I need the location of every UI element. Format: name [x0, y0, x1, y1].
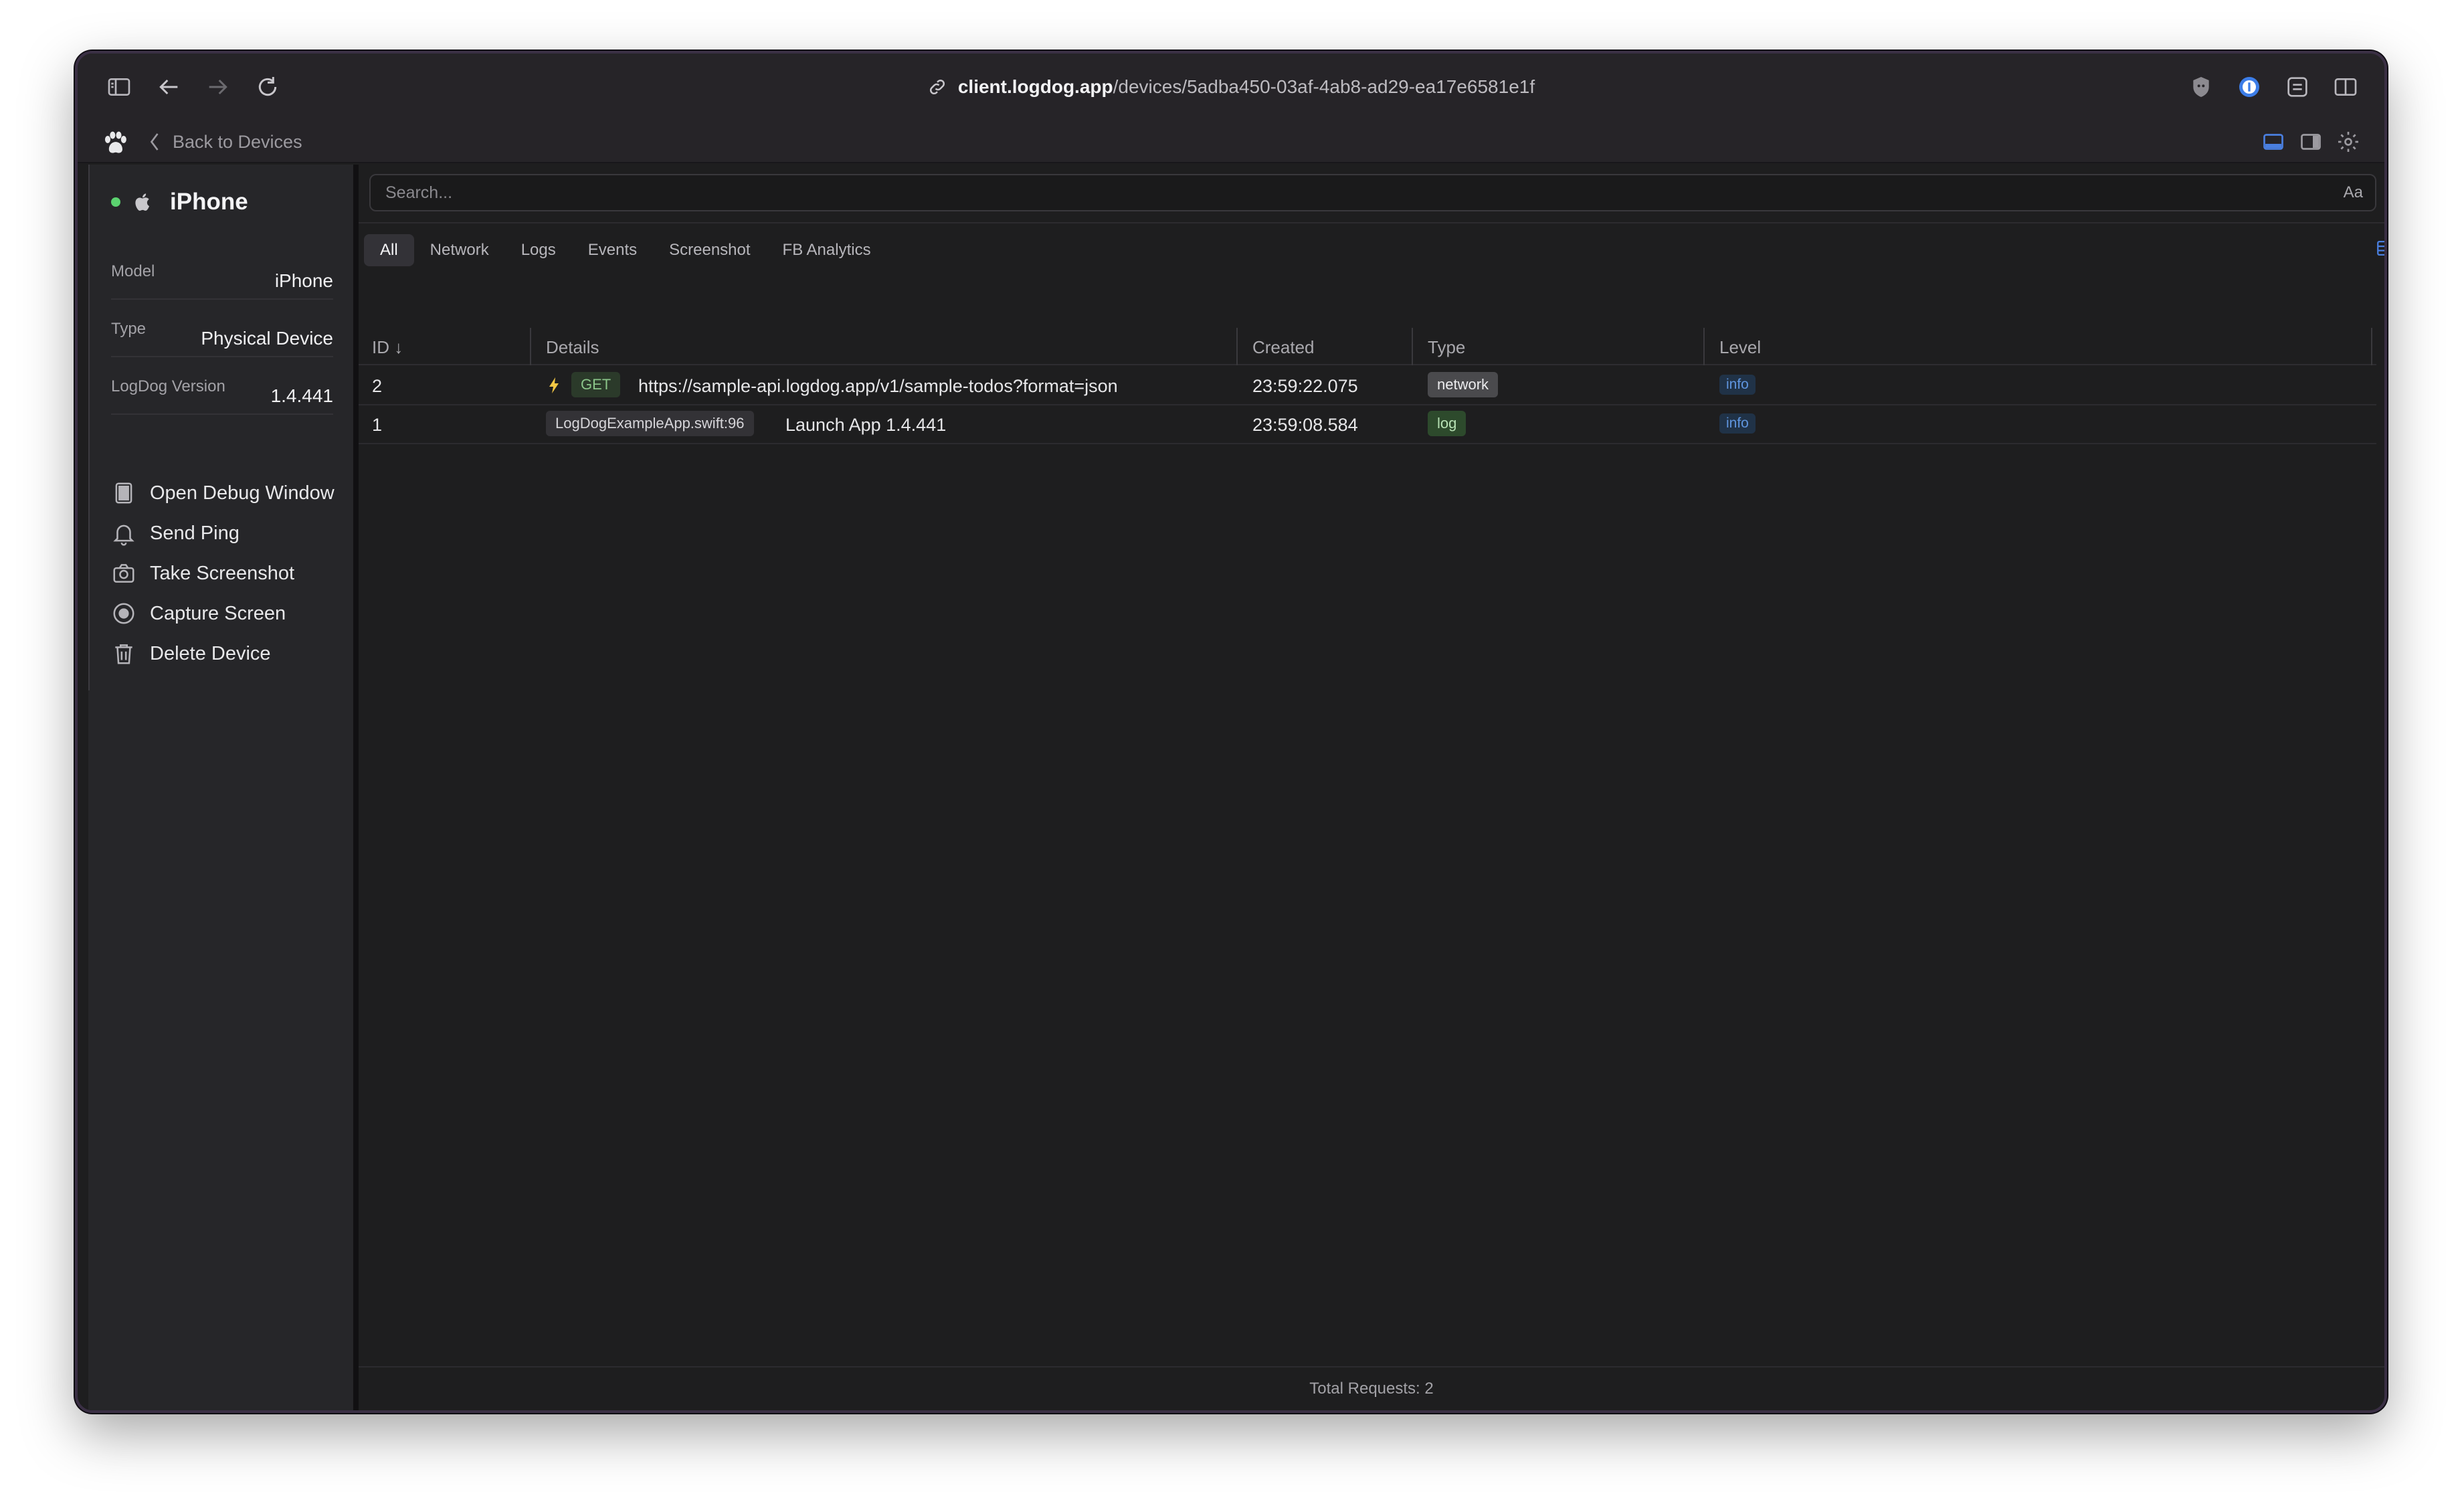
- property-key: Model: [111, 262, 155, 280]
- search-box: Aa: [369, 174, 2376, 211]
- cell-id: 1: [372, 415, 383, 435]
- address-bar-text[interactable]: client.logdog.app/devices/5adba450-03af-…: [927, 76, 1535, 98]
- online-status-dot: [111, 197, 120, 207]
- bell-icon: [113, 525, 134, 546]
- table-view-icon[interactable]: [2374, 237, 2387, 260]
- link-icon: [929, 79, 945, 95]
- browser-toolbar: client.logdog.app/devices/5adba450-03af-…: [78, 54, 2384, 120]
- property-key: Type: [111, 320, 147, 338]
- search-input[interactable]: [371, 175, 2311, 210]
- action-label: Capture Screen: [150, 602, 286, 624]
- total-requests-label: Total Requests: 2: [1309, 1380, 1434, 1398]
- password-manager-icon[interactable]: [2235, 72, 2264, 102]
- tab-fb-analytics[interactable]: FB Analytics: [767, 234, 887, 266]
- trash-icon: [115, 644, 132, 664]
- tab-network[interactable]: Network: [414, 234, 505, 266]
- shield-extension-icon[interactable]: [2186, 72, 2216, 102]
- property-value: iPhone: [274, 270, 333, 291]
- bottom-panel-layout-icon[interactable]: [2261, 130, 2285, 154]
- column-divider[interactable]: [1703, 328, 1705, 365]
- send-ping-button[interactable]: Send Ping: [111, 516, 240, 550]
- column-divider[interactable]: [1412, 328, 1413, 365]
- filter-tabs: All Network Logs Events Screenshot FB An…: [364, 234, 887, 266]
- level-badge: info: [1719, 413, 1756, 434]
- reload-icon[interactable]: [253, 72, 282, 102]
- property-key: LogDog Version: [111, 377, 225, 395]
- http-method-badge: GET: [571, 372, 621, 397]
- device-sidebar: iPhone Model iPhone Type Physical Device…: [88, 165, 359, 1410]
- sidebar-divider[interactable]: [353, 165, 359, 1410]
- type-badge: network: [1428, 372, 1499, 397]
- column-header-details[interactable]: Details: [546, 337, 599, 358]
- browser-window: client.logdog.app/devices/5adba450-03af-…: [75, 51, 2387, 1413]
- back-to-devices-link[interactable]: Back to Devices: [145, 130, 302, 154]
- chevron-left-icon: [150, 133, 159, 151]
- extension-icon[interactable]: [2283, 72, 2312, 102]
- window-icon: [115, 482, 132, 504]
- search-divider: [359, 222, 2384, 223]
- take-screenshot-button[interactable]: Take Screenshot: [111, 557, 294, 590]
- capture-screen-button[interactable]: Capture Screen: [111, 597, 286, 630]
- type-badge: log: [1428, 411, 1466, 436]
- settings-gear-icon[interactable]: [2336, 130, 2360, 154]
- main-panel: Aa All Network Logs Events Screenshot FB…: [359, 165, 2384, 1410]
- cell-details: https://sample-api.logdog.app/v1/sample-…: [638, 376, 1118, 396]
- column-divider[interactable]: [2371, 328, 2372, 365]
- lightning-icon: [549, 377, 559, 393]
- column-divider[interactable]: [530, 328, 531, 365]
- forward-arrow-icon[interactable]: [203, 72, 233, 102]
- app-header: Back to Devices: [78, 120, 2384, 163]
- apple-logo-icon: [135, 193, 150, 211]
- column-divider[interactable]: [1236, 328, 1238, 365]
- url-host: client.logdog.app: [957, 76, 1113, 97]
- cell-details: Launch App 1.4.441: [785, 415, 947, 435]
- action-label: Delete Device: [150, 642, 271, 664]
- column-header-level[interactable]: Level: [1719, 337, 1761, 358]
- action-label: Open Debug Window: [150, 482, 335, 504]
- action-label: Send Ping: [150, 522, 240, 544]
- source-file-badge: LogDogExampleApp.swift:96: [546, 411, 754, 436]
- device-name: iPhone: [170, 189, 248, 215]
- address-bar: client.logdog.app/devices/5adba450-03af-…: [78, 54, 2384, 120]
- property-model: Model iPhone: [111, 253, 333, 300]
- table-row[interactable]: 1 LogDogExampleApp.swift:96 Launch App 1…: [359, 405, 2376, 444]
- record-icon: [113, 603, 134, 624]
- device-title: iPhone: [111, 189, 248, 215]
- tab-logs[interactable]: Logs: [505, 234, 572, 266]
- property-logdog-version: LogDog Version 1.4.441: [111, 368, 333, 415]
- url-path: /devices/5adba450-03af-4ab8-ad29-ea17e65…: [1113, 76, 1535, 97]
- camera-icon: [113, 564, 134, 583]
- cell-created: 23:59:08.584: [1252, 415, 1358, 435]
- delete-device-button[interactable]: Delete Device: [111, 637, 271, 670]
- property-type: Type Physical Device: [111, 310, 333, 357]
- sidebar-toggle-icon[interactable]: [104, 72, 134, 102]
- level-badge: info: [1719, 375, 1756, 395]
- logdog-paw-logo-icon: [104, 131, 126, 153]
- table-row[interactable]: 2 GET https://sample-api.logdog.app/v1/s…: [359, 367, 2376, 405]
- cell-created: 23:59:22.075: [1252, 376, 1358, 396]
- side-panel-layout-icon[interactable]: [2299, 130, 2323, 154]
- match-case-toggle[interactable]: Aa: [2344, 183, 2363, 202]
- column-header-type[interactable]: Type: [1428, 337, 1465, 358]
- back-arrow-icon[interactable]: [154, 72, 183, 102]
- tab-events[interactable]: Events: [572, 234, 653, 266]
- column-header-created[interactable]: Created: [1252, 337, 1315, 358]
- back-to-devices-label: Back to Devices: [173, 131, 302, 152]
- sidebar-edge-line: [88, 165, 90, 690]
- property-value: 1.4.441: [270, 385, 333, 406]
- open-debug-window-button[interactable]: Open Debug Window: [111, 476, 335, 510]
- tab-screenshot[interactable]: Screenshot: [653, 234, 766, 266]
- cell-id: 2: [372, 376, 383, 396]
- status-footer: Total Requests: 2: [359, 1366, 2384, 1410]
- split-view-icon[interactable]: [2331, 72, 2360, 102]
- property-value: Physical Device: [201, 328, 333, 349]
- tab-all[interactable]: All: [364, 234, 414, 266]
- column-header-id[interactable]: ID ↓: [372, 337, 403, 358]
- action-label: Take Screenshot: [150, 562, 295, 584]
- table-header: ID ↓ Details Created Type Level: [359, 328, 2376, 365]
